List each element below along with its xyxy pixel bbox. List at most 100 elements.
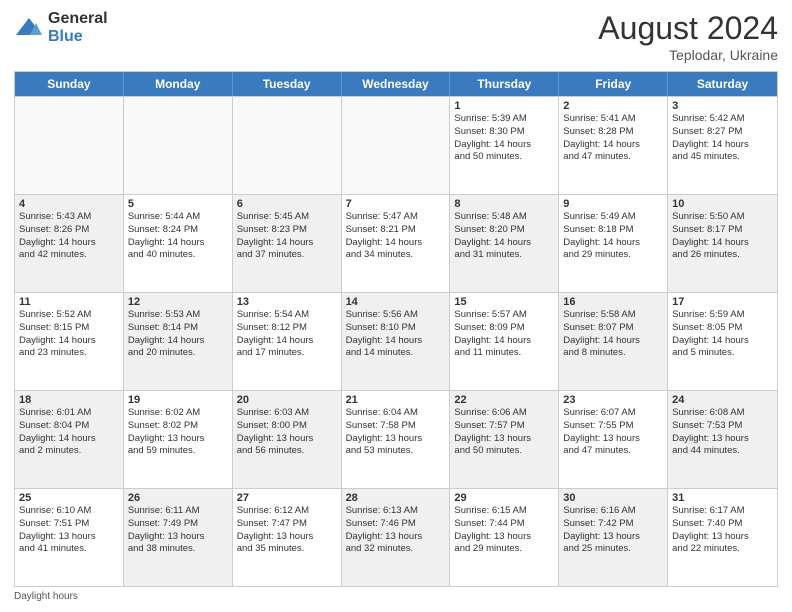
cell-line: Daylight: 14 hours [563,335,663,348]
logo-icon [14,13,44,43]
cell-line: Sunrise: 6:16 AM [563,505,663,518]
cell-line: Sunrise: 5:50 AM [672,211,773,224]
day-number: 20 [237,394,337,406]
cell-line: Sunset: 8:10 PM [346,322,446,335]
cal-cell-12: 12Sunrise: 5:53 AMSunset: 8:14 PMDayligh… [124,293,233,390]
cal-cell-22: 22Sunrise: 6:06 AMSunset: 7:57 PMDayligh… [450,391,559,488]
cell-line: Sunset: 8:12 PM [237,322,337,335]
cell-line: Sunset: 8:05 PM [672,322,773,335]
day-number: 17 [672,296,773,308]
cell-line: and 38 minutes. [128,543,228,556]
day-number: 6 [237,198,337,210]
cal-cell-17: 17Sunrise: 5:59 AMSunset: 8:05 PMDayligh… [668,293,777,390]
cell-line: Daylight: 14 hours [672,139,773,152]
cell-line: Daylight: 14 hours [128,237,228,250]
cell-line: Sunset: 7:58 PM [346,420,446,433]
cell-line: Sunset: 7:46 PM [346,518,446,531]
page: General Blue August 2024 Teplodar, Ukrai… [0,0,792,612]
cell-line: Sunrise: 5:39 AM [454,113,554,126]
cell-line: Sunset: 7:51 PM [19,518,119,531]
cell-line: Sunset: 8:21 PM [346,224,446,237]
day-number: 13 [237,296,337,308]
cell-line: Sunset: 8:28 PM [563,126,663,139]
cell-line: Sunrise: 5:42 AM [672,113,773,126]
cell-line: Daylight: 14 hours [346,237,446,250]
cell-line: and 44 minutes. [672,445,773,458]
cell-line: Sunrise: 5:56 AM [346,309,446,322]
cell-line: and 23 minutes. [19,347,119,360]
cell-line: and 29 minutes. [454,543,554,556]
cal-cell-empty-3 [342,97,451,194]
cal-cell-11: 11Sunrise: 5:52 AMSunset: 8:15 PMDayligh… [15,293,124,390]
cal-cell-6: 6Sunrise: 5:45 AMSunset: 8:23 PMDaylight… [233,195,342,292]
cell-line: Sunrise: 5:43 AM [19,211,119,224]
logo-text: General Blue [48,10,108,45]
day-number: 3 [672,100,773,112]
cal-cell-16: 16Sunrise: 5:58 AMSunset: 8:07 PMDayligh… [559,293,668,390]
cell-line: Sunrise: 6:02 AM [128,407,228,420]
cell-line: Daylight: 13 hours [237,531,337,544]
cell-line: Sunset: 8:20 PM [454,224,554,237]
cal-cell-15: 15Sunrise: 5:57 AMSunset: 8:09 PMDayligh… [450,293,559,390]
cell-line: Sunrise: 5:41 AM [563,113,663,126]
day-number: 9 [563,198,663,210]
header-cell-thursday: Thursday [450,72,559,96]
calendar-row-3: 18Sunrise: 6:01 AMSunset: 8:04 PMDayligh… [15,390,777,488]
cell-line: Daylight: 14 hours [563,139,663,152]
cell-line: Sunset: 8:07 PM [563,322,663,335]
cell-line: and 56 minutes. [237,445,337,458]
cal-cell-4: 4Sunrise: 5:43 AMSunset: 8:26 PMDaylight… [15,195,124,292]
logo: General Blue [14,10,108,45]
cell-line: Sunset: 7:57 PM [454,420,554,433]
day-number: 29 [454,492,554,504]
cell-line: and 8 minutes. [563,347,663,360]
day-number: 25 [19,492,119,504]
cell-line: Sunrise: 6:07 AM [563,407,663,420]
day-number: 5 [128,198,228,210]
day-number: 30 [563,492,663,504]
cell-line: Sunrise: 5:45 AM [237,211,337,224]
cell-line: Sunset: 7:47 PM [237,518,337,531]
cell-line: Sunset: 8:24 PM [128,224,228,237]
day-number: 16 [563,296,663,308]
header-cell-wednesday: Wednesday [342,72,451,96]
cell-line: Daylight: 13 hours [237,433,337,446]
logo-blue-text: Blue [48,28,108,46]
cell-line: Daylight: 13 hours [563,531,663,544]
cell-line: Daylight: 13 hours [454,433,554,446]
cell-line: Daylight: 13 hours [672,433,773,446]
cell-line: Sunset: 7:40 PM [672,518,773,531]
calendar-row-0: 1Sunrise: 5:39 AMSunset: 8:30 PMDaylight… [15,96,777,194]
cell-line: Daylight: 13 hours [128,531,228,544]
cell-line: and 17 minutes. [237,347,337,360]
cell-line: and 37 minutes. [237,249,337,262]
cell-line: and 34 minutes. [346,249,446,262]
day-number: 12 [128,296,228,308]
footer: Daylight hours [14,591,778,602]
cell-line: and 20 minutes. [128,347,228,360]
cell-line: Sunset: 8:00 PM [237,420,337,433]
cal-cell-8: 8Sunrise: 5:48 AMSunset: 8:20 PMDaylight… [450,195,559,292]
cell-line: Sunrise: 6:13 AM [346,505,446,518]
cell-line: and 50 minutes. [454,151,554,164]
cal-cell-3: 3Sunrise: 5:42 AMSunset: 8:27 PMDaylight… [668,97,777,194]
cell-line: and 14 minutes. [346,347,446,360]
day-number: 1 [454,100,554,112]
cell-line: and 41 minutes. [19,543,119,556]
calendar-body: 1Sunrise: 5:39 AMSunset: 8:30 PMDaylight… [15,96,777,586]
day-number: 22 [454,394,554,406]
cell-line: and 32 minutes. [346,543,446,556]
cell-line: Sunset: 8:14 PM [128,322,228,335]
day-number: 28 [346,492,446,504]
cal-cell-empty-2 [233,97,342,194]
cell-line: and 11 minutes. [454,347,554,360]
cell-line: and 26 minutes. [672,249,773,262]
day-number: 18 [19,394,119,406]
cell-line: Sunset: 8:02 PM [128,420,228,433]
day-number: 15 [454,296,554,308]
cell-line: and 29 minutes. [563,249,663,262]
calendar-row-4: 25Sunrise: 6:10 AMSunset: 7:51 PMDayligh… [15,488,777,586]
cell-line: and 50 minutes. [454,445,554,458]
month-title: August 2024 [598,10,778,47]
day-number: 14 [346,296,446,308]
